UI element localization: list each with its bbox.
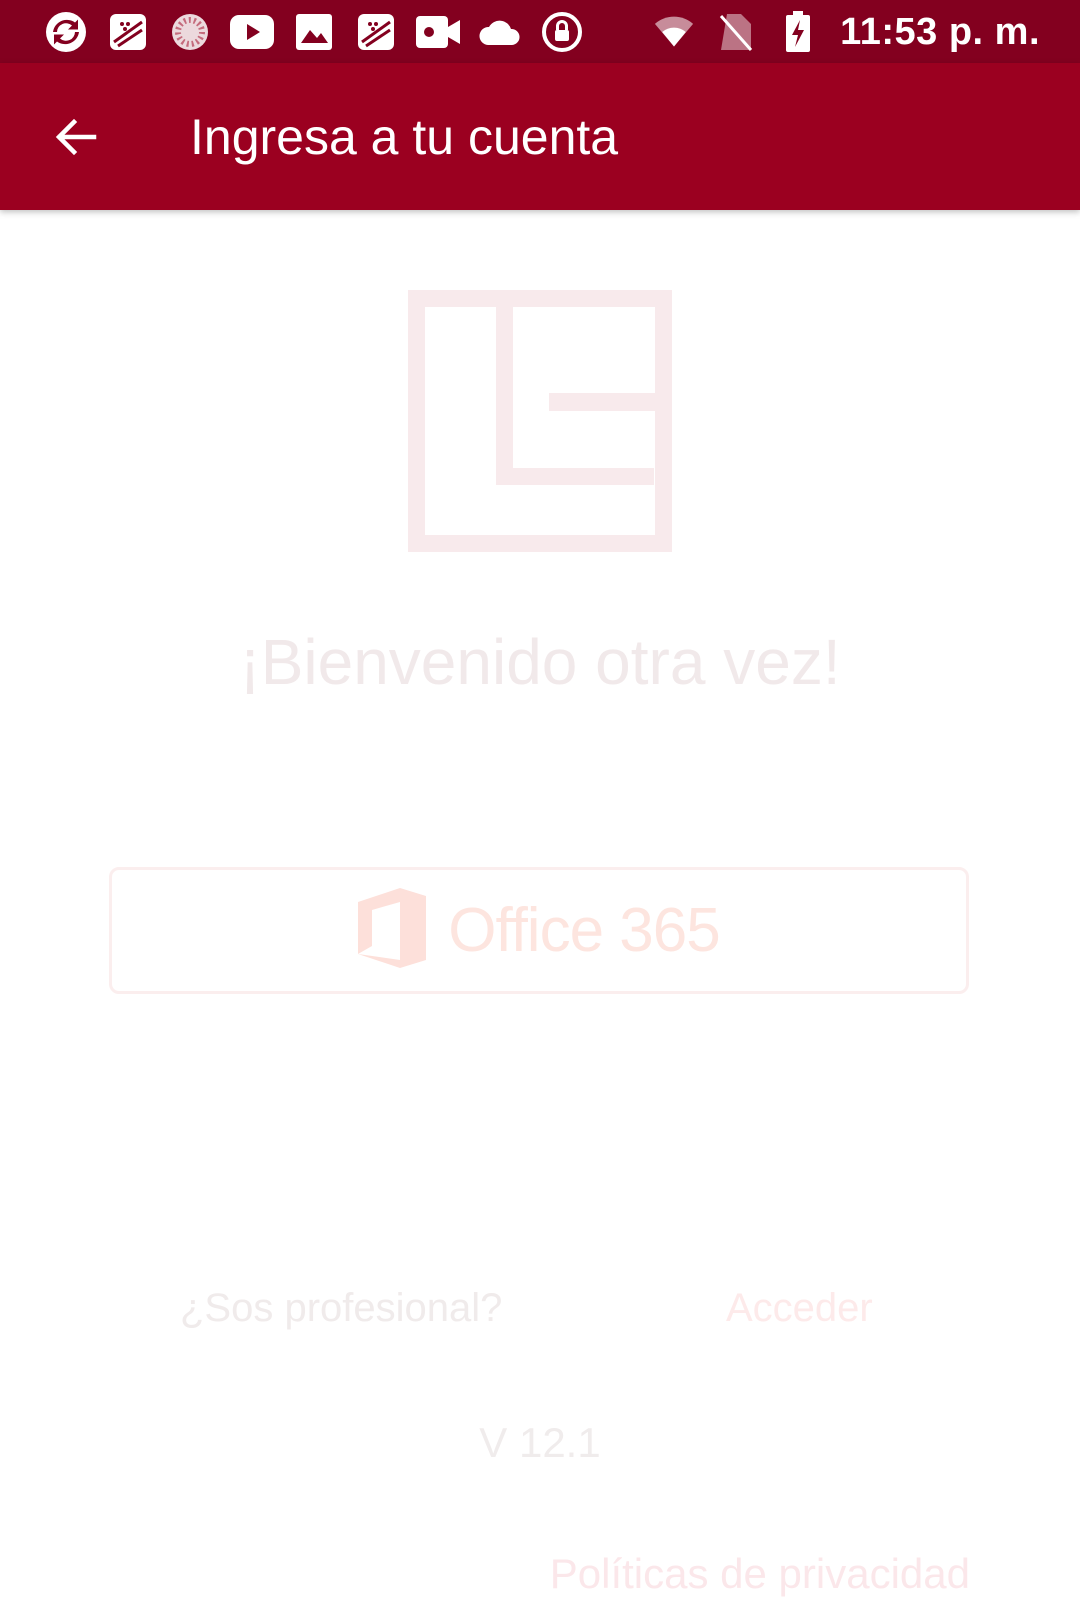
arrow-back-icon	[55, 118, 97, 156]
status-time: 11:53 p. m.	[840, 10, 1040, 53]
office365-label: Office 365	[448, 896, 720, 965]
office-logo-icon	[358, 888, 427, 973]
login-screen: 11:53 p. m. Ingresa a tu cuenta ¡Bienven…	[0, 0, 1080, 1620]
page-title: Ingresa a tu cuenta	[190, 109, 619, 165]
notification-icons	[44, 10, 584, 54]
welcome-heading: ¡Bienvenido otra vez!	[239, 626, 841, 698]
blackberry-app-icon	[354, 10, 398, 54]
gallery-icon	[292, 10, 336, 54]
app-version: V 12.1	[479, 1419, 601, 1466]
cloud-icon	[478, 10, 522, 54]
lock-circle-icon	[540, 10, 584, 54]
privacy-policy-link[interactable]: Políticas de privacidad	[550, 1550, 970, 1598]
back-button[interactable]	[40, 101, 112, 173]
app-logo	[408, 290, 672, 552]
app-bar: Ingresa a tu cuenta	[0, 63, 1080, 210]
wifi-icon	[654, 12, 694, 52]
status-bar: 11:53 p. m.	[0, 0, 1080, 63]
no-sim-icon	[716, 12, 756, 52]
office365-login-button[interactable]: Office 365	[109, 867, 969, 994]
battery-charging-icon	[778, 11, 818, 52]
system-status-icons: 11:53 p. m.	[654, 8, 1040, 56]
professional-access-link[interactable]: Acceder	[726, 1286, 873, 1331]
video-camera-icon	[416, 10, 460, 54]
sync-app-icon	[44, 10, 88, 54]
professional-question: ¿Sos profesional?	[180, 1286, 503, 1330]
blackberry-app-icon	[106, 10, 150, 54]
loading-app-icon	[168, 10, 212, 54]
youtube-icon	[230, 10, 274, 54]
